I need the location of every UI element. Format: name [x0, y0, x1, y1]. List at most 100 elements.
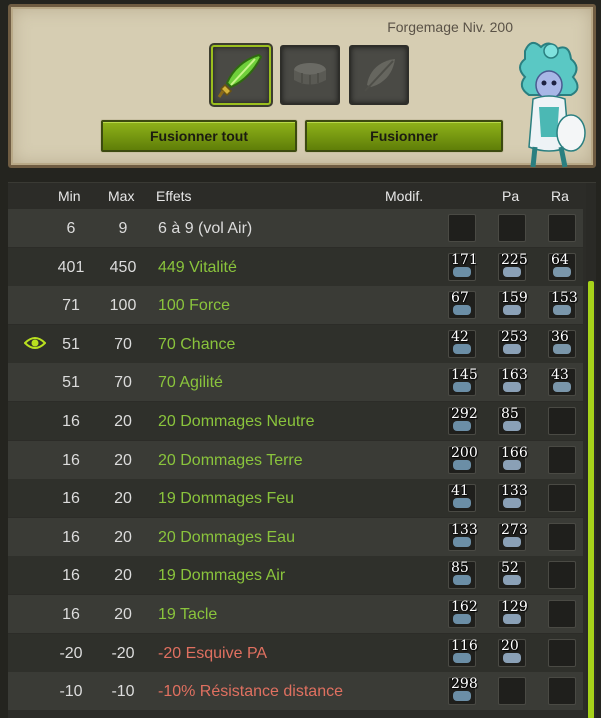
empty-rune-slot[interactable] [548, 638, 576, 667]
rune-count: 41 [451, 483, 469, 500]
rune-count: 145 [451, 367, 478, 384]
rune-gem-icon [553, 305, 571, 316]
merge-all-button[interactable]: Fusionner tout [101, 120, 297, 152]
rune-count: 52 [501, 560, 519, 577]
table-row[interactable]: 16 20 20 Dommages Neutre 292 85 [8, 402, 583, 440]
rune-icon[interactable]: 64 [548, 252, 576, 281]
rune-icon[interactable]: 85 [498, 406, 526, 435]
empty-rune-slot[interactable] [548, 561, 576, 590]
rune-icon[interactable]: 41 [448, 483, 476, 513]
rune-icon[interactable]: 133 [498, 483, 528, 513]
rune-icon[interactable]: 162 [448, 599, 478, 628]
min-value: 16 [62, 451, 80, 469]
empty-rune-slot[interactable] [448, 214, 476, 242]
rune-icon[interactable]: 273 [498, 522, 528, 551]
rune-count: 200 [451, 444, 478, 461]
rune-icon[interactable]: 153 [548, 290, 578, 320]
rune-icon[interactable]: 159 [498, 290, 528, 320]
empty-rune-slot[interactable] [548, 522, 576, 551]
feather-placeholder-icon [364, 59, 395, 92]
effect-text: 70 Agilité [158, 374, 223, 392]
table-row[interactable]: 16 20 19 Dommages Air 85 52 [8, 556, 583, 595]
rune-count: 43 [551, 367, 569, 384]
rune-gem-icon [453, 536, 471, 547]
rune-icon[interactable]: 85 [448, 560, 476, 590]
rune-icon[interactable]: 43 [548, 367, 576, 397]
effect-text: 70 Chance [158, 335, 236, 353]
rune-icon[interactable]: 133 [448, 522, 478, 551]
rune-icon[interactable]: 253 [498, 329, 528, 358]
rune-icon[interactable]: 171 [448, 252, 478, 281]
rune-icon[interactable]: 52 [498, 560, 526, 590]
min-value: 16 [62, 528, 80, 546]
empty-rune-slot[interactable] [548, 445, 576, 474]
table-row[interactable]: 51 70 70 Chance 42 253 36 [8, 324, 583, 363]
rune-placeholder-icon [294, 63, 326, 85]
rune-icon[interactable]: 116 [448, 638, 478, 667]
scrollbar-thumb[interactable] [588, 281, 594, 718]
rune-count: 298 [451, 676, 478, 693]
rune-gem-icon [453, 691, 471, 702]
rune-count: 85 [501, 406, 519, 422]
rune-gem-icon [453, 575, 471, 586]
rune-gem-icon [503, 421, 521, 431]
merge-button[interactable]: Fusionner [305, 120, 503, 152]
max-value: 70 [114, 335, 132, 353]
rune-icon[interactable]: 145 [448, 367, 478, 397]
header-min: Min [58, 188, 81, 204]
weapon-slot[interactable] [211, 45, 271, 105]
effect-text: 20 Dommages Eau [158, 528, 295, 546]
rune-icon[interactable]: 292 [448, 406, 478, 435]
forgemage-level: Forgemage Niv. 200 [387, 19, 513, 35]
rune-icon[interactable]: 200 [448, 444, 478, 474]
rune-icon[interactable]: 67 [448, 290, 476, 320]
max-value: 9 [118, 220, 128, 237]
rune-icon[interactable]: 129 [498, 599, 528, 628]
header-modif: Modif. [385, 188, 424, 204]
rune-icon[interactable]: 298 [448, 676, 478, 706]
rune-count: 163 [501, 367, 528, 384]
table-row[interactable]: 16 20 19 Dommages Feu 41 133 [8, 479, 583, 518]
rune-count: 42 [451, 328, 469, 345]
table-row[interactable]: 71 100 100 Force 67 159 153 [8, 286, 583, 325]
table-row[interactable]: 16 20 20 Dommages Terre 200 166 [8, 440, 583, 479]
empty-rune-slot[interactable] [548, 214, 576, 242]
rune-count: 166 [501, 444, 528, 461]
rune-icon[interactable]: 42 [448, 328, 476, 358]
rune-icon[interactable]: 20 [498, 638, 526, 667]
rune-gem-icon [453, 614, 471, 624]
empty-rune-slot[interactable] [548, 484, 576, 513]
scrollbar[interactable] [586, 183, 596, 718]
empty-rune-slot[interactable] [498, 214, 526, 242]
effect-text: 100 Force [158, 297, 231, 315]
rune-icon[interactable]: 225 [498, 252, 528, 281]
rune-gem-icon [503, 536, 521, 547]
empty-rune-slot[interactable] [548, 600, 576, 628]
min-value: -10 [59, 683, 83, 701]
rune-count: 292 [451, 406, 478, 422]
rune-gem-icon [503, 459, 521, 470]
table-row[interactable]: 16 20 20 Dommages Eau 133 273 [8, 517, 583, 556]
empty-rune-slot[interactable] [548, 407, 576, 435]
rune-gem-icon [553, 382, 571, 393]
min-value: 16 [62, 567, 80, 585]
rune-icon[interactable]: 163 [498, 367, 528, 397]
table-row[interactable]: 16 20 19 Tacle 162 129 [8, 595, 583, 633]
rune-gem-icon [453, 305, 471, 316]
rune-icon[interactable]: 36 [548, 329, 576, 358]
rune-count: 159 [501, 290, 528, 307]
rune-icon[interactable]: 166 [498, 444, 528, 474]
empty-rune-slot[interactable] [498, 677, 526, 706]
min-value: -20 [59, 644, 83, 662]
table-row[interactable]: 51 70 70 Agilité 145 163 43 [8, 363, 583, 402]
table-row[interactable]: -10 -10 -10% Résistance distance 298 [8, 672, 583, 711]
table-row[interactable]: 6 9 6 à 9 (vol Air) [8, 209, 583, 247]
empty-rune-slot[interactable] [548, 677, 576, 706]
table-row[interactable]: -20 -20 -20 Esquive PA 116 20 [8, 633, 583, 672]
feather-slot[interactable] [349, 45, 409, 105]
effect-text: 20 Dommages Neutre [158, 413, 315, 430]
table-row[interactable]: 401 450 449 Vitalité 171 225 64 [8, 247, 583, 286]
rune-slot[interactable] [280, 45, 340, 105]
rune-gem-icon [453, 266, 471, 277]
eye-icon[interactable] [24, 335, 46, 351]
